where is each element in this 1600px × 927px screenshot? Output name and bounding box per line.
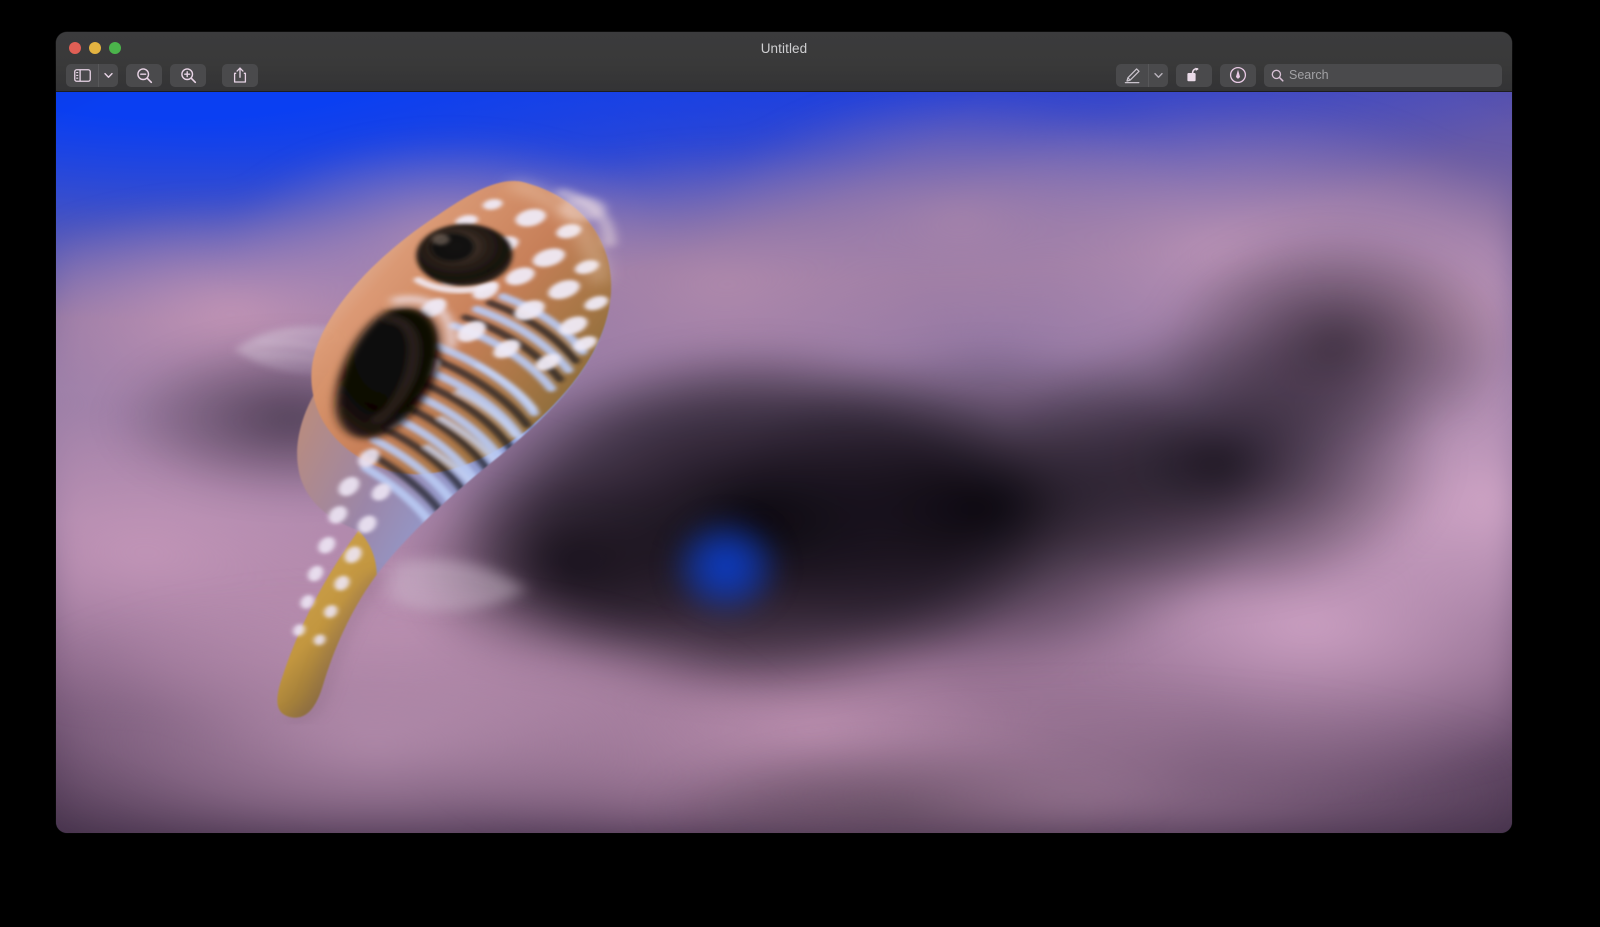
share-icon: [233, 67, 247, 83]
traffic-lights: [69, 42, 121, 54]
chevron-down-icon[interactable]: [98, 64, 118, 87]
maximize-button[interactable]: [109, 42, 121, 54]
zoom-out-icon: [136, 67, 153, 84]
minimize-button[interactable]: [89, 42, 101, 54]
window-title: Untitled: [56, 41, 1512, 56]
zoom-in-button[interactable]: [170, 64, 206, 87]
pufferfish-subject: [219, 155, 666, 726]
search-icon: [1271, 69, 1284, 82]
search-placeholder: Search: [1289, 69, 1329, 82]
chevron-down-icon[interactable]: [1148, 64, 1168, 87]
share-button[interactable]: [222, 64, 258, 87]
markup-button[interactable]: [1116, 64, 1168, 87]
pufferfish-photo: [56, 92, 1512, 833]
toolbar-left-group: [66, 64, 258, 87]
rotate-left-button[interactable]: [1176, 64, 1212, 87]
sidebar-icon[interactable]: [66, 64, 98, 87]
zoom-out-button[interactable]: [126, 64, 162, 87]
zoom-in-icon: [180, 67, 197, 84]
search-field[interactable]: Search: [1264, 64, 1502, 87]
sidebar-view-button[interactable]: [66, 64, 118, 87]
annotate-button[interactable]: [1220, 64, 1256, 87]
image-canvas[interactable]: [56, 92, 1512, 833]
markup-pen-icon[interactable]: [1116, 64, 1148, 87]
window-titlebar: Untitled: [56, 32, 1512, 92]
toolbar-right-group: Search: [1116, 64, 1502, 87]
rotate-left-icon: [1186, 67, 1203, 83]
preview-window: Untitled: [56, 32, 1512, 833]
ventral-fin: [387, 557, 526, 612]
close-button[interactable]: [69, 42, 81, 54]
annotate-pen-circle-icon: [1229, 66, 1247, 84]
toolbar: Search: [56, 58, 1512, 92]
